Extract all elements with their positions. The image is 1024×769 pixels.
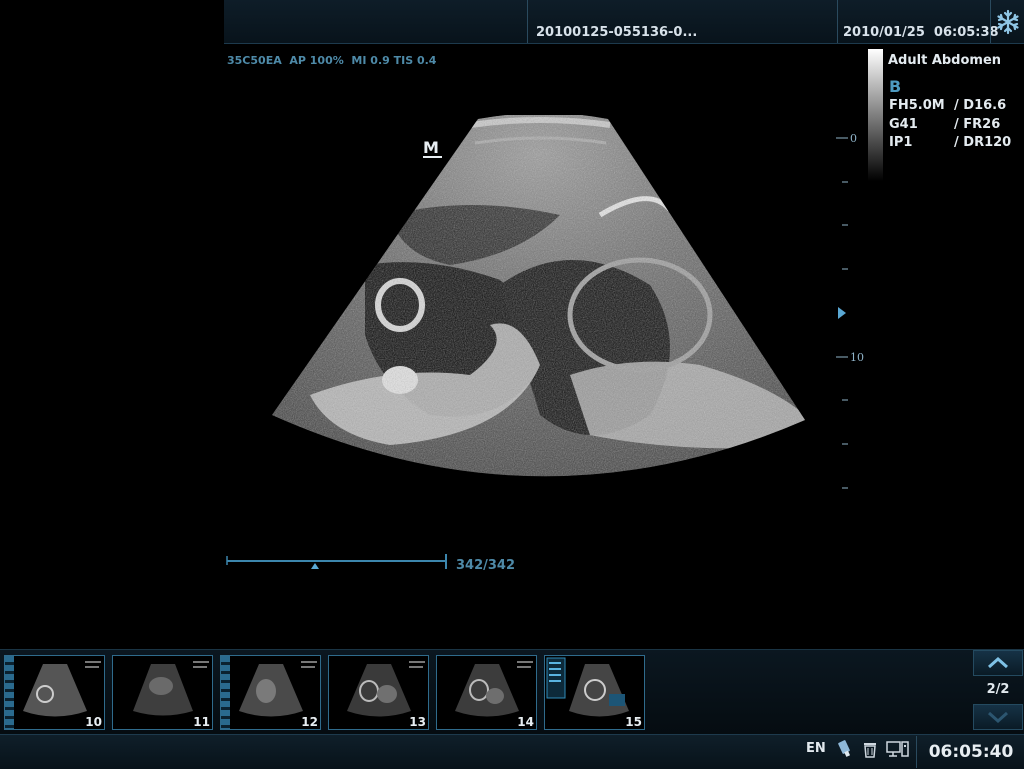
svg-text:M: M <box>423 138 439 157</box>
thumbnail-number: 15 <box>625 715 642 729</box>
thumbnail-number: 10 <box>85 715 102 729</box>
usb-icon[interactable] <box>834 739 854 759</box>
page-up-button[interactable] <box>973 650 1023 676</box>
snowflake-icon <box>997 9 1019 34</box>
param-fh: FH5.0M <box>889 98 945 113</box>
thumbnail[interactable]: 12 <box>220 655 321 730</box>
thumbnail-number: 14 <box>517 715 534 729</box>
cine-cursor[interactable] <box>311 563 319 569</box>
thumbnail-number: 12 <box>301 715 318 729</box>
thumbnail[interactable]: 15 <box>544 655 645 730</box>
thumbnail[interactable]: 10 <box>4 655 105 730</box>
depth-scale: 0 10 <box>836 132 864 489</box>
chevron-down-icon <box>988 711 1008 723</box>
datetime: 2010/01/25 06:05:38 <box>843 25 999 40</box>
focus-marker <box>838 307 846 319</box>
imaging-mode: B <box>889 77 902 96</box>
system-clock: 06:05:40 <box>916 736 1024 768</box>
exam-preset[interactable]: Adult Abdomen <box>888 53 1001 68</box>
thumbnail-pager: 2/2 <box>973 650 1023 730</box>
depth-label-10: 10 <box>850 351 864 364</box>
network-monitor-icon[interactable] <box>886 739 910 759</box>
thumbnail-number: 11 <box>193 715 210 729</box>
thumbnail-number: 13 <box>409 715 426 729</box>
ultrasound-image[interactable] <box>270 115 805 510</box>
marker-m-icon[interactable]: M <box>422 138 443 160</box>
freeze-button[interactable] <box>990 0 1024 43</box>
chevron-up-icon <box>988 657 1008 669</box>
param-depth: / D16.6 <box>954 98 1007 113</box>
depth-label-0: 0 <box>850 132 857 145</box>
patient-id: 20100125-055136-0... <box>536 25 698 40</box>
param-gain: G41 <box>889 117 918 132</box>
language-indicator[interactable]: EN <box>806 741 826 756</box>
page-down-button[interactable] <box>973 704 1023 730</box>
thumbnail[interactable]: 11 <box>112 655 213 730</box>
thumbnail[interactable]: 13 <box>328 655 429 730</box>
cine-slider[interactable] <box>226 553 456 575</box>
recycle-bin-icon[interactable] <box>860 739 880 759</box>
thumbnail[interactable]: 14 <box>436 655 537 730</box>
cine-frame-count: 342/342 <box>456 558 516 573</box>
probe-info: 35C50EA AP 100% MI 0.9 TIS 0.4 <box>227 54 437 67</box>
param-framerate: / FR26 <box>954 117 1001 132</box>
param-ip: IP1 <box>889 135 913 150</box>
param-dynamic-range: / DR120 <box>954 135 1012 150</box>
page-indicator: 2/2 <box>986 682 1010 697</box>
